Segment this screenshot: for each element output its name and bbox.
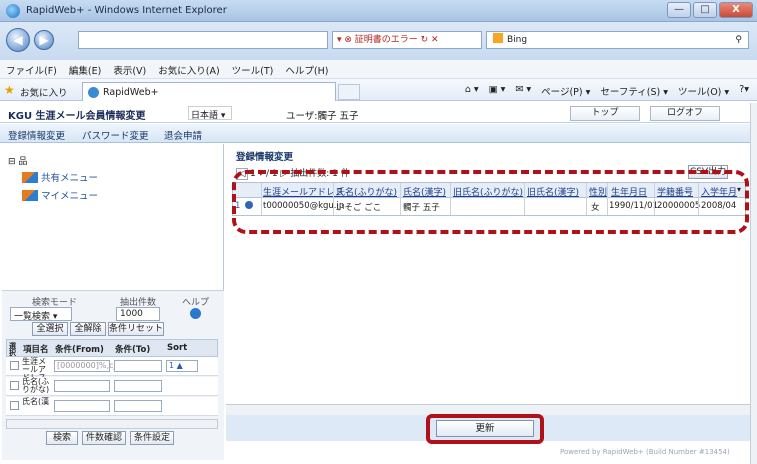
search-button[interactable]: 検索 <box>46 431 78 445</box>
deselect-all-button[interactable]: 全解除 <box>70 322 106 336</box>
condition-row: 生涯メールアドレス [0000000]%,cj] 1 ▲ <box>6 357 218 382</box>
tree-item-my-menu[interactable]: マイメニュー <box>22 188 98 202</box>
window-title: RapidWeb+ - Windows Internet Explorer <box>26 5 227 16</box>
sub-navigation: 登録情報変更 パスワード変更 退会申請 <box>0 124 750 143</box>
footer-credit: Powered by RapidWeb+ (Build Number #1345… <box>560 448 730 456</box>
page-menu[interactable]: ページ(P) ▾ <box>541 84 590 98</box>
back-button[interactable]: ◀ <box>6 28 30 52</box>
logoff-button[interactable]: ログオフ <box>650 106 720 121</box>
language-select[interactable]: 日本語 ▾ <box>188 106 232 121</box>
home-button[interactable]: ⌂ ▾ <box>465 84 479 98</box>
condition-checkbox[interactable] <box>10 401 19 410</box>
condition-row: 氏名(ふりがな) <box>6 377 218 396</box>
feeds-button[interactable]: ▣ ▾ <box>489 84 506 98</box>
condition-item-name: 氏名(漢 <box>22 397 50 406</box>
folder-icon <box>22 190 38 201</box>
menu-help[interactable]: ヘルプ(H) <box>279 60 334 77</box>
col-to: 条件(To) <box>115 345 151 355</box>
menu-file[interactable]: ファイル(F) <box>0 60 63 77</box>
top-button[interactable]: トップ <box>570 106 640 121</box>
safety-menu[interactable]: セーフティ(S) ▾ <box>600 84 668 98</box>
col-from: 条件(From) <box>55 345 104 355</box>
nav-password-change[interactable]: パスワード変更 <box>82 128 149 142</box>
page-vertical-scrollbar[interactable] <box>750 103 757 464</box>
minimize-button[interactable]: — <box>667 2 691 18</box>
url-input[interactable] <box>78 31 328 49</box>
mail-button[interactable]: ✉ ▾ <box>515 84 531 98</box>
tab-page-icon <box>88 87 99 98</box>
new-tab-button[interactable] <box>338 84 360 100</box>
col-item-name: 項目名 <box>23 345 49 355</box>
menu-bar: ファイル(F) 編集(E) 表示(V) お気に入り(A) ツール(T) ヘルプ(H) <box>0 60 757 79</box>
search-mode-select[interactable]: 一覧検索 ▾ <box>10 307 72 322</box>
select-all-button[interactable]: 全選択 <box>32 322 68 336</box>
menu-edit[interactable]: 編集(E) <box>63 60 107 77</box>
condition-from-input[interactable] <box>54 380 110 392</box>
search-panel: 検索モード 抽出件数 ヘルプ 一覧検索 ▾ 1000 全選択 全解除 条件リセッ… <box>2 290 224 460</box>
condition-settings-button[interactable]: 条件設定 <box>130 431 174 445</box>
row-highlight-annotation <box>232 170 749 234</box>
condition-reset-button[interactable]: 条件リセット <box>108 322 164 336</box>
search-icon[interactable]: ⚲ <box>735 32 742 48</box>
tools-menu[interactable]: ツール(O) ▾ <box>678 84 729 98</box>
search-box[interactable]: Bing ⚲ <box>486 31 749 49</box>
col-sort: Sort <box>167 343 188 353</box>
bing-icon <box>493 33 503 43</box>
condition-from-input[interactable]: [0000000]%,cj] <box>54 360 119 372</box>
condition-from-input[interactable] <box>54 400 110 412</box>
condition-item-name: 氏名(ふりがな) <box>22 377 50 394</box>
forward-button[interactable]: ▶ <box>34 30 54 50</box>
favorites-bar: ★ お気に入り RapidWeb+ ⌂ ▾ ▣ ▾ ✉ ▾ ページ(P) ▾ セ… <box>0 79 757 101</box>
extract-count-input[interactable]: 1000 <box>116 307 160 321</box>
condition-to-input[interactable] <box>114 380 162 392</box>
tree-root[interactable]: ⊟ 品 <box>8 154 27 167</box>
tab-title: RapidWeb+ <box>103 87 159 98</box>
condition-row: 氏名(漢 <box>6 397 218 416</box>
nav-withdrawal[interactable]: 退会申請 <box>164 128 202 142</box>
close-button[interactable]: X <box>719 2 753 18</box>
nav-registration-change[interactable]: 登録情報変更 <box>8 128 65 142</box>
menu-view[interactable]: 表示(V) <box>107 60 152 77</box>
update-highlight-annotation <box>426 414 544 444</box>
favorites-button[interactable]: お気に入り <box>20 85 68 99</box>
condition-table-header: 選択 項目名 条件(From) 条件(To) Sort <box>6 339 218 357</box>
ie-logo-icon <box>6 4 20 18</box>
tree-item-label: マイメニュー <box>41 191 99 202</box>
help-menu[interactable]: ?▾ <box>739 84 749 98</box>
maximize-button[interactable]: □ <box>693 2 717 18</box>
browser-tab[interactable]: RapidWeb+ <box>82 82 336 101</box>
page-title: 登録情報変更 <box>236 152 294 163</box>
count-check-button[interactable]: 件数確認 <box>82 431 126 445</box>
tree-item-shared-menu[interactable]: 共有メニュー <box>22 170 98 184</box>
app-title: KGU 生涯メール会員情報変更 <box>8 111 146 122</box>
star-icon[interactable]: ★ <box>4 83 15 97</box>
tree-item-label: 共有メニュー <box>41 173 99 184</box>
condition-to-input[interactable] <box>114 360 162 372</box>
search-engine-label: Bing <box>507 35 528 45</box>
folder-icon <box>22 172 38 183</box>
help-label: ヘルプ <box>182 298 210 308</box>
window-titlebar: RapidWeb+ - Windows Internet Explorer — … <box>0 0 757 22</box>
sort-select[interactable]: 1 ▲ <box>166 360 198 372</box>
address-bar: ◀ ▶ ▾ ⊗ 証明書のエラー ↻ ✕ Bing ⚲ <box>0 22 757 60</box>
app-header: KGU 生涯メール会員情報変更 日本語 ▾ ユーザ:髑子 五子 トップ ログオフ <box>0 103 750 123</box>
condition-checkbox[interactable] <box>10 361 19 370</box>
menu-tools[interactable]: ツール(T) <box>226 60 280 77</box>
condition-scrollbar[interactable] <box>6 419 218 429</box>
condition-to-input[interactable] <box>114 400 162 412</box>
user-label: ユーザ:髑子 五子 <box>286 111 359 122</box>
col-select: 選択 <box>9 342 16 357</box>
menu-favorites[interactable]: お気に入り(A) <box>152 60 225 77</box>
condition-checkbox[interactable] <box>10 381 19 390</box>
help-icon[interactable] <box>190 308 201 319</box>
certificate-error-indicator[interactable]: ▾ ⊗ 証明書のエラー ↻ ✕ <box>332 31 482 49</box>
